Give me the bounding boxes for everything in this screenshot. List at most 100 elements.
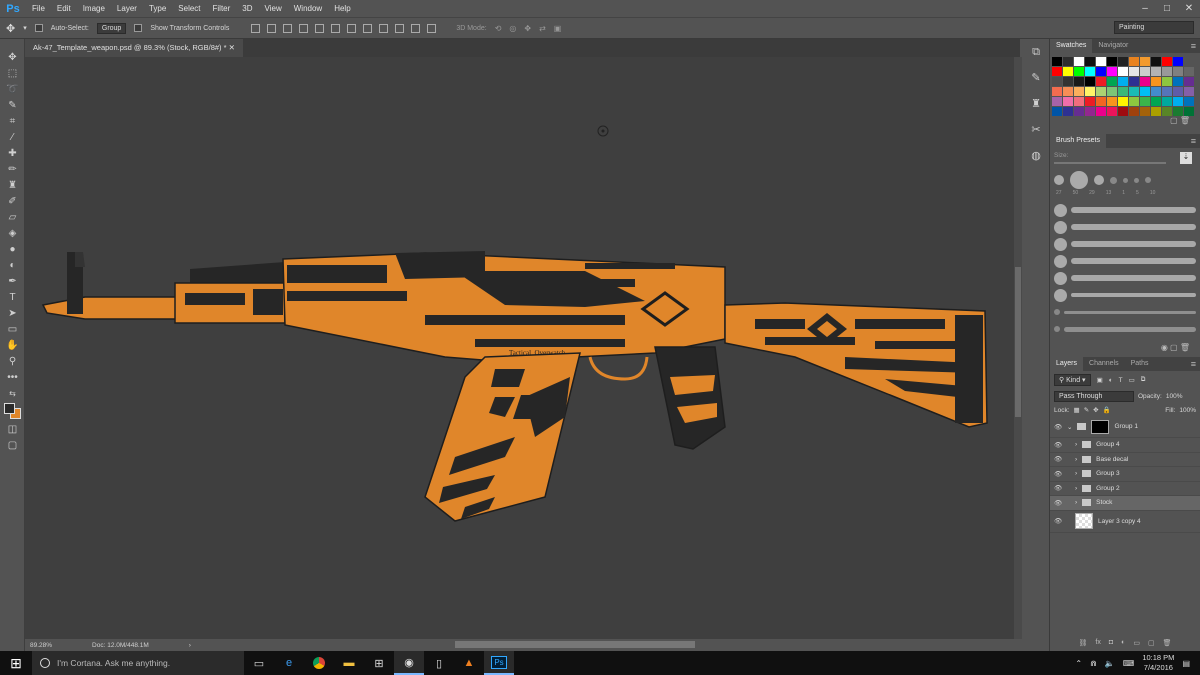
layer-row[interactable]: 👁 › Base decal (1050, 453, 1200, 467)
brush-preset-item[interactable] (1054, 271, 1196, 285)
workspace-dropdown[interactable]: Painting (1114, 21, 1194, 34)
menu-select[interactable]: Select (172, 4, 206, 13)
color-swatch[interactable] (1107, 107, 1117, 116)
distribute-bottom-icon[interactable] (379, 23, 389, 33)
color-swatch[interactable] (1074, 67, 1084, 76)
menu-3d[interactable]: 3D (236, 4, 258, 13)
eyedropper-tool-icon[interactable]: ⁄ (0, 129, 25, 145)
align-right-icon[interactable] (331, 23, 341, 33)
rectangle-tool-icon[interactable]: ▭ (0, 321, 25, 337)
tool-presets-icon[interactable]: ✂ (1022, 117, 1050, 143)
keyboard-icon[interactable]: ⌨ (1123, 659, 1135, 668)
align-left-icon[interactable] (299, 23, 309, 33)
vlc-icon[interactable]: ▲ (454, 651, 484, 675)
brush-panel-icon[interactable]: ◉ (1161, 343, 1168, 352)
color-swatch[interactable] (1074, 77, 1084, 86)
add-mask-icon[interactable]: ◘ (1109, 639, 1113, 651)
blur-tool-icon[interactable]: ● (0, 241, 25, 257)
color-swatch[interactable] (1096, 97, 1106, 106)
color-swatch[interactable] (1129, 97, 1139, 106)
menu-view[interactable]: View (259, 4, 288, 13)
trash-icon[interactable]: 🗑 (1163, 639, 1172, 651)
filter-shape-icon[interactable]: ▭ (1129, 376, 1135, 384)
vertical-scroll-thumb[interactable] (1015, 267, 1021, 417)
brush-tip[interactable] (1123, 177, 1128, 183)
color-swatch[interactable] (1129, 57, 1139, 66)
task-view-icon[interactable]: ▭ (244, 651, 274, 675)
distribute-middle-icon[interactable] (363, 23, 373, 33)
align-bottom-icon[interactable] (283, 23, 293, 33)
color-swatch[interactable] (1074, 97, 1084, 106)
color-swatch[interactable] (1151, 77, 1161, 86)
color-swatch[interactable] (1173, 57, 1183, 66)
visibility-eye-icon[interactable]: 👁 (1054, 455, 1062, 463)
align-center-icon[interactable] (315, 23, 325, 33)
color-swatch[interactable] (1184, 107, 1194, 116)
path-select-tool-icon[interactable]: ➤ (0, 305, 25, 321)
color-swatch[interactable] (1184, 57, 1194, 66)
trash-icon[interactable]: 🗑 (1180, 116, 1190, 125)
color-swatch[interactable] (1173, 97, 1183, 106)
history-brush-tool-icon[interactable]: ✐ (0, 193, 25, 209)
windows-start-icon[interactable]: ⊞ (0, 651, 32, 675)
chevron-down-icon[interactable]: ▾ (23, 24, 27, 32)
layer-row[interactable]: 👁 › Group 3 (1050, 467, 1200, 482)
color-swatch[interactable] (1118, 107, 1128, 116)
visibility-eye-icon[interactable]: 👁 (1054, 484, 1062, 492)
color-swatch[interactable] (1052, 67, 1062, 76)
brush-tip[interactable] (1070, 171, 1088, 189)
brush-tip[interactable] (1134, 177, 1139, 183)
history-icon[interactable]: ⧉ (1022, 39, 1050, 65)
align-top-icon[interactable] (251, 23, 261, 33)
color-swatch[interactable] (1074, 107, 1084, 116)
color-swatch[interactable] (1184, 87, 1194, 96)
volume-icon[interactable]: 🔈 (1105, 659, 1115, 668)
panel-menu-icon[interactable]: ≡ (1191, 39, 1196, 53)
adjustment-layer-icon[interactable]: ◐ (1121, 639, 1125, 651)
filter-type-icon[interactable]: T (1119, 377, 1123, 384)
color-swatch[interactable] (1096, 87, 1106, 96)
layer-row[interactable]: 👁 Layer 3 copy 4 (1050, 511, 1200, 533)
tab-layers[interactable]: Layers (1050, 357, 1084, 371)
brush-preset-item[interactable] (1054, 305, 1196, 319)
brush-panel-icon[interactable]: ✎ (1022, 65, 1050, 91)
brush-toggle-icon[interactable]: ⇣ (1180, 152, 1192, 164)
crop-tool-icon[interactable]: ⌗ (0, 113, 25, 129)
trash-icon[interactable]: 🗑 (1180, 343, 1190, 352)
marquee-tool-icon[interactable]: ⬚ (0, 65, 25, 81)
color-swatch[interactable] (1063, 107, 1073, 116)
filter-adjust-icon[interactable]: ◐ (1109, 377, 1113, 384)
brush-preset-item[interactable] (1054, 237, 1196, 251)
layer-row[interactable]: 👁 › Group 2 (1050, 482, 1200, 496)
3d-rotate-icon[interactable]: ⟲ (495, 24, 502, 33)
distribute-top-icon[interactable] (347, 23, 357, 33)
hand-tool-icon[interactable]: ✋ (0, 337, 25, 353)
chevron-right-icon[interactable]: › (1075, 441, 1077, 448)
tab-close-icon[interactable]: ✕ (229, 43, 235, 52)
store-icon[interactable]: ⊞ (364, 651, 394, 675)
chevron-down-icon[interactable]: ⌄ (1067, 423, 1072, 431)
notifications-icon[interactable]: ▤ (1182, 659, 1190, 668)
color-swatch[interactable] (1162, 57, 1172, 66)
brush-preset-item[interactable] (1054, 254, 1196, 268)
color-swatch[interactable] (1173, 87, 1183, 96)
color-swatch[interactable] (1151, 67, 1161, 76)
color-swatch[interactable] (1140, 107, 1150, 116)
color-swatch[interactable] (1085, 77, 1095, 86)
new-layer-icon[interactable]: ▢ (1148, 639, 1155, 651)
canvas-area[interactable]: Tactical_Overwatch (25, 57, 1014, 639)
move-tool-icon[interactable]: ✥ (6, 22, 15, 35)
color-swatch[interactable] (1184, 77, 1194, 86)
color-swatch[interactable] (1107, 77, 1117, 86)
clone-stamp-tool-icon[interactable]: ♜ (0, 177, 25, 193)
color-swatch[interactable] (1151, 87, 1161, 96)
visibility-eye-icon[interactable]: 👁 (1054, 423, 1062, 431)
color-swatch[interactable] (1063, 57, 1073, 66)
color-swatch[interactable] (1184, 97, 1194, 106)
vertical-scrollbar[interactable] (1014, 57, 1022, 639)
menu-file[interactable]: File (26, 4, 51, 13)
clock[interactable]: 10:18 PM 7/4/2016 (1142, 653, 1174, 673)
color-swatch[interactable] (1085, 67, 1095, 76)
blend-mode-dropdown[interactable]: Pass Through (1054, 391, 1134, 402)
swap-colors-icon[interactable]: ⇆ (0, 385, 25, 401)
